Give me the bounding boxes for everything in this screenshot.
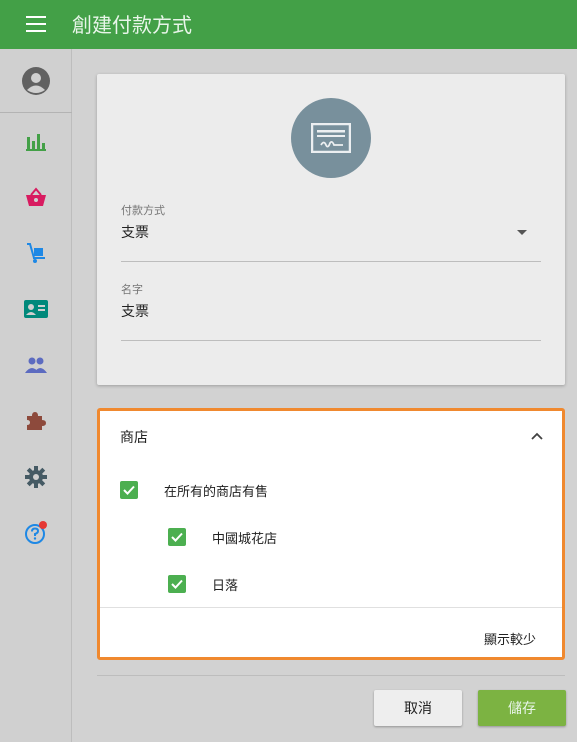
- hamburger-menu-icon[interactable]: [26, 16, 46, 32]
- help-icon: [25, 521, 47, 544]
- store-checkbox-row[interactable]: 中國城花店: [168, 526, 277, 548]
- sidebar-divider: [0, 112, 72, 113]
- name-value: 支票: [121, 304, 149, 320]
- page-title: 創建付款方式: [72, 13, 192, 37]
- payment-method-select[interactable]: 付款方式 支票: [121, 202, 541, 262]
- app-bar: 創建付款方式: [0, 0, 577, 49]
- payment-method-value: 支票: [121, 225, 149, 241]
- store-label: 中國城花店: [212, 531, 278, 547]
- hand-truck-icon: [27, 243, 45, 263]
- sidebar-item-sales[interactable]: [0, 177, 72, 217]
- all-stores-label: 在所有的商店有售: [164, 484, 269, 500]
- all-stores-checkbox-row[interactable]: 在所有的商店有售: [120, 479, 268, 501]
- stores-title: 商店: [120, 430, 148, 446]
- sidebar-item-settings[interactable]: [0, 457, 72, 497]
- contact-card-icon: [24, 300, 48, 318]
- stores-divider: [100, 607, 562, 608]
- gear-icon: [25, 466, 47, 488]
- sidebar-item-reports[interactable]: [0, 121, 72, 161]
- sidebar-item-help[interactable]: [0, 513, 72, 553]
- name-label: 名字: [121, 283, 143, 296]
- bar-chart-icon: [26, 134, 46, 151]
- cheque-icon: [291, 98, 371, 178]
- people-icon: [25, 357, 47, 373]
- store-label: 日落: [212, 578, 239, 594]
- sidebar-item-employees[interactable]: [0, 345, 72, 385]
- dropdown-arrow-icon: [517, 230, 527, 235]
- show-less-button[interactable]: 顯示較少: [484, 629, 536, 648]
- name-field[interactable]: 名字 支票: [121, 281, 541, 341]
- sidebar-item-inventory[interactable]: [0, 233, 72, 273]
- payment-details-card: 付款方式 支票 名字 支票: [97, 74, 565, 385]
- puzzle-icon: [27, 412, 46, 430]
- chevron-up-icon[interactable]: [530, 429, 544, 443]
- cancel-button[interactable]: 取消: [374, 690, 462, 726]
- payment-method-label: 付款方式: [121, 204, 165, 217]
- avatar-icon[interactable]: [22, 67, 50, 95]
- stores-card: 商店 在所有的商店有售 中國城花店 日落 顯示較少: [97, 408, 565, 660]
- store-checkbox[interactable]: [168, 528, 186, 546]
- sidebar-item-customers[interactable]: [0, 289, 72, 329]
- store-checkbox-row[interactable]: 日落: [168, 573, 238, 595]
- all-stores-checkbox[interactable]: [120, 481, 138, 499]
- sidebar-item-integrations[interactable]: [0, 401, 72, 441]
- sidebar: [0, 49, 72, 742]
- store-checkbox[interactable]: [168, 575, 186, 593]
- basket-icon: [26, 187, 46, 206]
- actions-divider: [97, 675, 565, 676]
- save-button[interactable]: 儲存: [478, 690, 566, 726]
- main-content: 付款方式 支票 名字 支票 商店 在所有的商店有售 中國城花店 日落 顯示較少 …: [72, 49, 577, 742]
